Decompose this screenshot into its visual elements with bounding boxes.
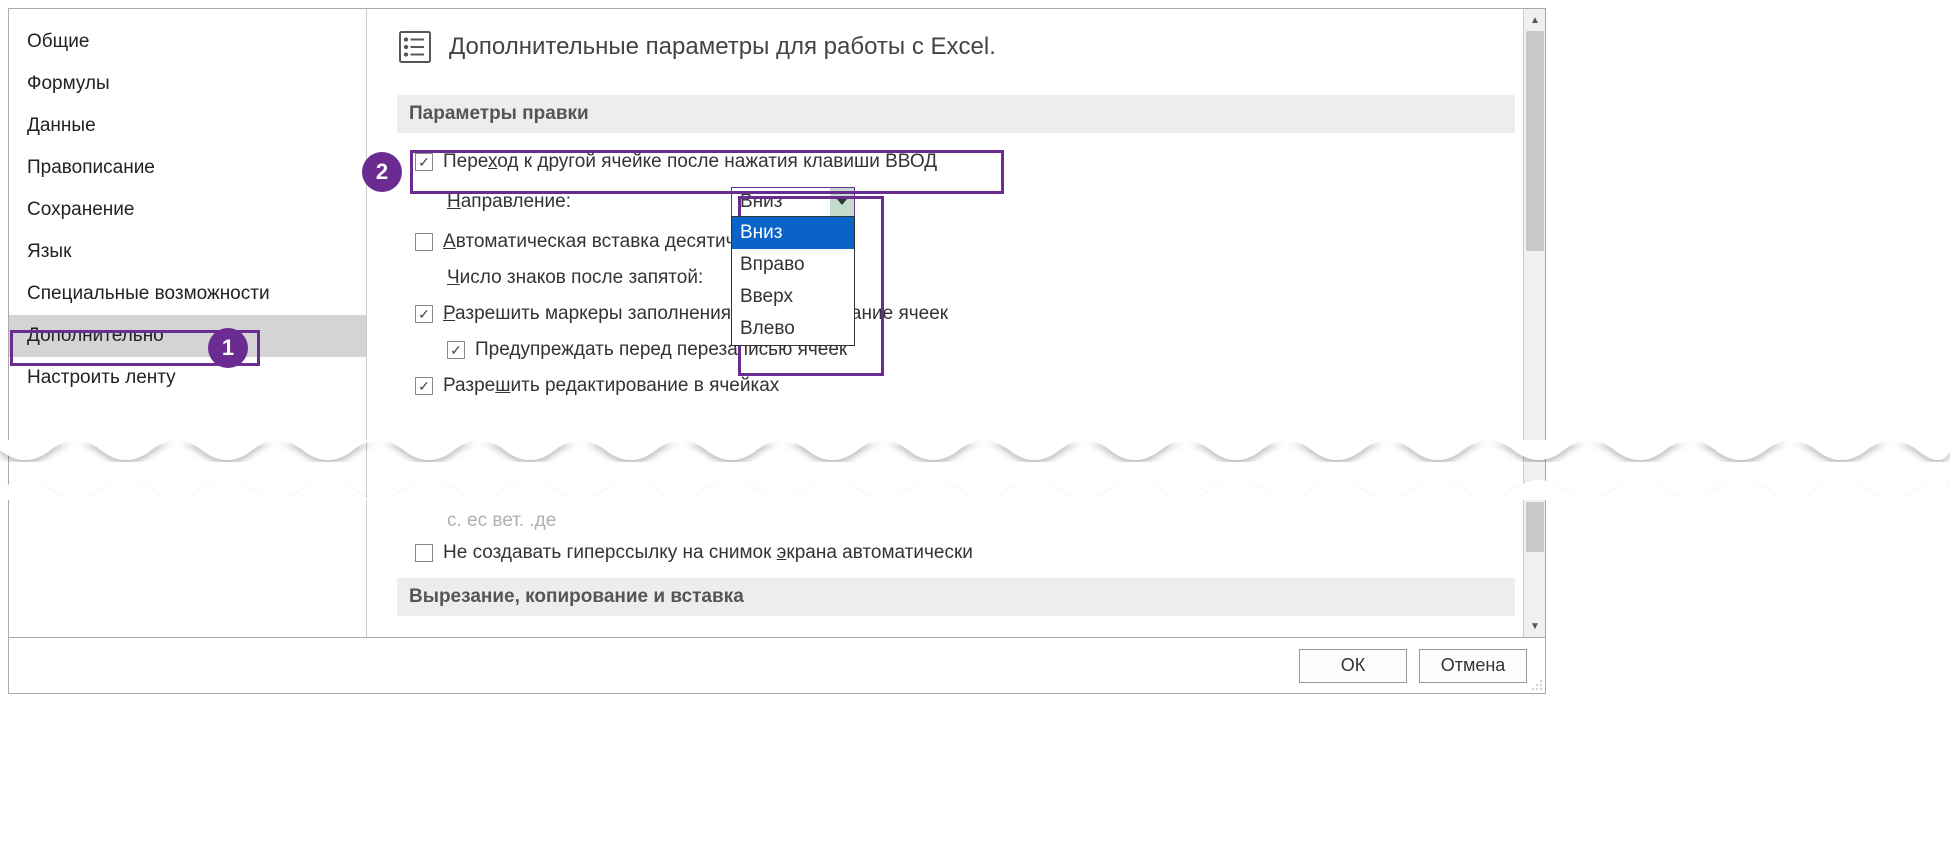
options-icon — [397, 29, 433, 65]
ok-button[interactable]: ОК — [1299, 649, 1407, 683]
label-direction: Направление: — [447, 191, 571, 213]
partial-obscured-text: с. ес вет. .де — [397, 510, 1515, 532]
scroll-thumb[interactable] — [1526, 31, 1544, 251]
cancel-button[interactable]: Отмена — [1419, 649, 1527, 683]
label-move-after-enter: Переход к другой ячейке после нажатия кл… — [443, 151, 937, 173]
direction-dropdown-list: Вниз Вправо Вверх Влево — [731, 216, 855, 346]
label-allow-edit-in-cells: Разрешить редактирование в ячейках — [443, 375, 779, 397]
vertical-scrollbar-lower[interactable]: ▼ — [1523, 500, 1545, 637]
direction-dropdown[interactable]: Вниз — [731, 187, 855, 217]
scroll-thumb-lower[interactable] — [1526, 502, 1544, 552]
checkbox-warn-overwrite[interactable] — [447, 341, 465, 359]
checkbox-auto-decimal[interactable] — [415, 233, 433, 251]
section-header-cutcopy: Вырезание, копирование и вставка — [397, 578, 1515, 616]
label-decimals: Число знаков после запятой: — [447, 267, 703, 289]
direction-option-right[interactable]: Вправо — [732, 249, 854, 281]
checkbox-fill-handle[interactable] — [415, 305, 433, 323]
direction-option-down[interactable]: Вниз — [732, 217, 854, 249]
checkbox-allow-edit-in-cells[interactable] — [415, 377, 433, 395]
sidebar-item-language[interactable]: Язык — [9, 231, 366, 273]
direction-value: Вниз — [732, 191, 830, 213]
section-header-editing: Параметры правки — [397, 95, 1515, 133]
checkbox-move-after-enter[interactable] — [415, 153, 433, 171]
sidebar-item-formulas[interactable]: Формулы — [9, 63, 366, 105]
chevron-down-icon — [830, 188, 854, 216]
resize-grip-icon[interactable] — [1529, 677, 1543, 691]
label-no-hyperlink-screenshot: Не создавать гиперссылку на снимок экран… — [443, 542, 973, 564]
dialog-button-bar: ОК Отмена — [8, 638, 1546, 694]
sidebar-item-save[interactable]: Сохранение — [9, 189, 366, 231]
direction-option-up[interactable]: Вверх — [732, 281, 854, 313]
sidebar-item-proofing[interactable]: Правописание — [9, 147, 366, 189]
label-fill-handle: Разрешить маркеры заполнения и перетаски… — [443, 303, 948, 325]
sidebar-item-customize-ribbon[interactable]: Настроить ленту — [9, 357, 366, 399]
checkbox-no-hyperlink-screenshot[interactable] — [415, 544, 433, 562]
page-title: Дополнительные параметры для работы с Ex… — [449, 33, 996, 61]
options-dialog-lower: с. ес вет. .де Не создавать гиперссылку … — [8, 500, 1546, 638]
sidebar-item-general[interactable]: Общие — [9, 21, 366, 63]
sidebar-item-data[interactable]: Данные — [9, 105, 366, 147]
sidebar-item-accessibility[interactable]: Специальные возможности — [9, 273, 366, 315]
scroll-down-button-lower[interactable]: ▼ — [1524, 615, 1546, 637]
direction-option-left[interactable]: Влево — [732, 313, 854, 345]
sidebar-item-advanced[interactable]: Дополнительно — [9, 315, 366, 357]
scroll-up-button[interactable]: ▲ — [1524, 9, 1545, 31]
